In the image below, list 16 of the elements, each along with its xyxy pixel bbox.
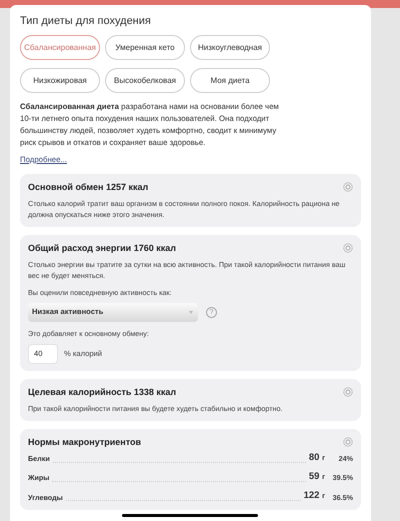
settings-icon[interactable] xyxy=(343,182,353,192)
diet-option[interactable]: Моя диета xyxy=(190,68,270,93)
card-title: Нормы макронутриентов xyxy=(28,436,142,448)
section-title: Тип диеты для похудения xyxy=(20,14,152,28)
diet-option[interactable]: Низкоуглеводная xyxy=(190,35,270,60)
diet-option[interactable]: Высокобелковая xyxy=(105,68,185,93)
caret-icon xyxy=(189,310,193,314)
card-title: Общий расход энергии 1760 ккал xyxy=(28,242,176,254)
diet-option[interactable]: Сбалансированная xyxy=(20,35,100,60)
diet-option[interactable]: Умеренная кето xyxy=(105,35,185,60)
settings-icon[interactable] xyxy=(343,242,353,253)
card-title: Целевая калорийность 1338 ккал xyxy=(28,386,176,398)
card-title: Основной обмен 1257 ккал xyxy=(28,180,148,193)
diet-option[interactable]: Низкожировая xyxy=(20,68,100,93)
settings-icon[interactable] xyxy=(343,386,353,397)
settings-icon[interactable] xyxy=(343,436,353,447)
